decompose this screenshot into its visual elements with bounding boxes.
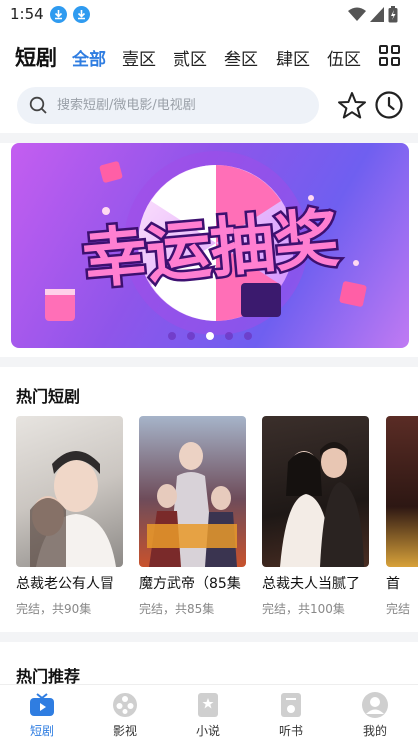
user-avatar-icon <box>361 691 389 719</box>
download-notification-icon <box>50 6 67 23</box>
search-input[interactable] <box>57 87 307 124</box>
nav-item-profile[interactable]: 我的 <box>345 691 405 739</box>
battery-icon <box>388 6 398 23</box>
history-clock-icon[interactable] <box>374 90 404 120</box>
tab-zone-3[interactable]: 叁区 <box>224 45 258 70</box>
drama-episodes: 完结，共85集 <box>139 602 215 616</box>
carousel-dot[interactable] <box>225 332 233 340</box>
nav-item-film[interactable]: 影视 <box>95 691 155 739</box>
drama-title: 总裁老公有人冒 <box>16 576 114 592</box>
category-nav: 短剧 全部 壹区 贰区 叁区 肆区 伍区 <box>0 40 418 74</box>
status-bar: 1:54 <box>0 0 418 30</box>
drama-title: 总裁夫人当腻了 <box>262 576 360 592</box>
nav-label: 短剧 <box>29 724 54 738</box>
drama-card[interactable]: 首 完结 <box>386 416 418 616</box>
category-grid-icon[interactable] <box>379 45 401 67</box>
search-bar[interactable] <box>17 87 319 124</box>
search-icon <box>29 96 47 114</box>
status-time: 1:54 <box>10 5 44 23</box>
svg-text:幸运抽奖: 幸运抽奖 <box>80 202 341 298</box>
nav-item-audiobook[interactable]: 听书 <box>261 691 321 739</box>
tab-zone-1[interactable]: 壹区 <box>122 45 156 70</box>
drama-title: 首 <box>386 576 400 592</box>
lucky-draw-illustration: 幸运抽奖 <box>45 151 367 335</box>
carousel-dot[interactable] <box>244 332 252 340</box>
wifi-icon <box>348 7 366 21</box>
carousel-indicator <box>11 332 409 340</box>
divider <box>0 357 418 367</box>
divider <box>0 133 418 143</box>
promo-banner[interactable]: 幸运抽奖 <box>11 143 409 348</box>
tab-zone-5[interactable]: 伍区 <box>327 45 361 70</box>
drama-poster <box>386 416 418 567</box>
divider <box>0 632 418 642</box>
tab-zone-4[interactable]: 肆区 <box>276 45 310 70</box>
brand-title: 短剧 <box>15 46 57 70</box>
tab-zone-2[interactable]: 贰区 <box>173 45 207 70</box>
audiobook-icon <box>277 691 305 719</box>
nav-item-novel[interactable]: 小说 <box>178 691 238 739</box>
nav-label: 听书 <box>278 724 303 738</box>
carousel-dot[interactable] <box>168 332 176 340</box>
tv-icon <box>28 691 56 719</box>
drama-episodes: 完结，共100集 <box>262 602 345 616</box>
drama-episodes: 完结，共90集 <box>16 602 92 616</box>
drama-poster <box>16 416 123 567</box>
nav-item-short-drama[interactable]: 短剧 <box>12 691 72 739</box>
drama-card[interactable]: 总裁老公有人冒 完结，共90集 <box>16 416 123 616</box>
drama-card[interactable]: 总裁夫人当腻了 完结，共100集 <box>262 416 369 616</box>
drama-poster <box>139 416 246 567</box>
favorites-star-icon[interactable] <box>336 90 368 122</box>
tab-all[interactable]: 全部 <box>72 45 106 70</box>
hot-dramas-list: 总裁老公有人冒 完结，共90集 魔方武帝（85集 完结，共85集 总裁夫人当腻了… <box>16 416 418 616</box>
hot-dramas-title: 热门短剧 <box>16 387 81 406</box>
drama-episodes: 完结 <box>386 602 411 616</box>
carousel-dot-active[interactable] <box>206 332 214 340</box>
book-icon <box>194 691 222 719</box>
download-notification-icon <box>73 6 90 23</box>
nav-label: 我的 <box>362 724 387 738</box>
drama-poster <box>262 416 369 567</box>
drama-title: 魔方武帝（85集 <box>139 576 241 592</box>
nav-label: 影视 <box>112 724 137 738</box>
film-reel-icon <box>111 691 139 719</box>
bottom-nav: 短剧 影视 小说 听书 我的 <box>0 684 418 743</box>
drama-card[interactable]: 魔方武帝（85集 完结，共85集 <box>139 416 246 616</box>
nav-label: 小说 <box>195 724 220 738</box>
signal-icon <box>370 7 384 22</box>
carousel-dot[interactable] <box>187 332 195 340</box>
